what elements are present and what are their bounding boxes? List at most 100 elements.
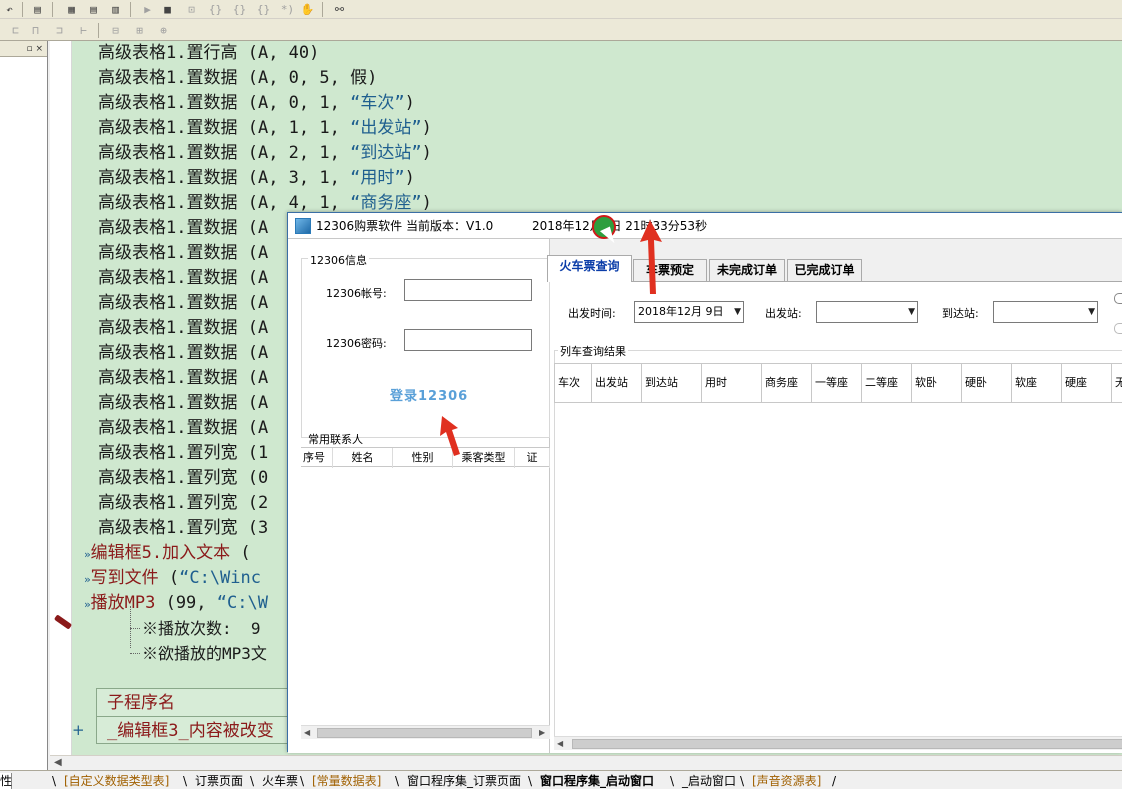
align-right-icon[interactable]: ⊐	[52, 23, 67, 38]
tab-0[interactable]: 火车票查询	[547, 255, 632, 282]
tab-3[interactable]: 已完成订单	[787, 259, 862, 281]
code-line[interactable]: 高级表格1.置行高 (A, 40)	[98, 41, 319, 66]
width-icon[interactable]: ⊟	[108, 23, 123, 38]
code-line[interactable]: 高级表格1.置列宽 (3	[98, 516, 268, 541]
scroll-left-icon[interactable]: ◀	[304, 726, 310, 740]
code-line[interactable]: »写到文件 (“C:\Winc	[84, 566, 261, 591]
code-line[interactable]: 高级表格1.置数据 (A	[98, 241, 268, 266]
code-line[interactable]: 高级表格1.置数据 (A	[98, 266, 268, 291]
bottom-tab[interactable]: [自定义数据类型表]	[64, 773, 169, 789]
height-icon[interactable]: ⊞	[132, 23, 147, 38]
to-station-select[interactable]: ▼	[993, 301, 1098, 323]
layout2-icon[interactable]: ▤	[86, 2, 101, 17]
scroll-thumb[interactable]	[572, 739, 1122, 749]
break-icon[interactable]: *)	[280, 2, 295, 17]
code-line[interactable]: »编辑框5.加入文本 (	[84, 541, 251, 566]
code-line[interactable]: »播放MP3 (99, “C:\W	[84, 591, 268, 616]
account-input[interactable]	[404, 279, 532, 301]
stop-icon[interactable]: ■	[160, 2, 175, 17]
undo-icon[interactable]: ↶	[2, 2, 17, 17]
bottom-tab[interactable]: 火车票	[262, 773, 298, 789]
hand-icon[interactable]: ✋	[300, 2, 315, 17]
results-column-header[interactable]: 软卧	[912, 364, 962, 402]
scroll-left-icon[interactable]: ◀	[54, 757, 62, 768]
code-line[interactable]: 高级表格1.置数据 (A	[98, 291, 268, 316]
code-object: 高级表格1.	[98, 493, 187, 513]
chevron-down-icon[interactable]: ▼	[734, 302, 741, 322]
results-column-header[interactable]: 用时	[702, 364, 762, 402]
results-column-header[interactable]: 车次	[555, 364, 592, 402]
scroll-thumb[interactable]	[317, 728, 532, 738]
code-line[interactable]: 高级表格1.置列宽 (0	[98, 466, 268, 491]
password-input[interactable]	[404, 329, 532, 351]
code-line[interactable]: 高级表格1.置数据 (A	[98, 416, 268, 441]
radio-option-1[interactable]	[1114, 293, 1122, 304]
results-column-header[interactable]: 一等座	[812, 364, 862, 402]
code-line[interactable]: 高级表格1.置数据 (A, 1, 1, “出发站”)	[98, 116, 432, 141]
binoculars-icon[interactable]: ⚯	[332, 2, 347, 17]
code-line[interactable]: 高级表格1.置数据 (A, 0, 5, 假)	[98, 66, 377, 91]
bottom-tab[interactable]: [声音资源表]	[752, 773, 821, 789]
code-line[interactable]: 高级表格1.置数据 (A	[98, 316, 268, 341]
chevron-down-icon[interactable]: ▼	[908, 302, 915, 322]
login-button[interactable]: 登录12306	[390, 385, 468, 404]
code-line[interactable]: 高级表格1.置数据 (A	[98, 366, 268, 391]
spacing-icon[interactable]: ⊢	[76, 23, 91, 38]
layout1-icon[interactable]: ▦	[64, 2, 79, 17]
step-over-icon[interactable]: {}	[256, 2, 271, 17]
align-center-icon[interactable]: ⊓	[28, 23, 43, 38]
results-column-header[interactable]: 出发站	[592, 364, 642, 402]
results-column-header[interactable]: 到达站	[642, 364, 702, 402]
results-column-header[interactable]: 硬座	[1062, 364, 1112, 402]
results-column-header[interactable]: 软座	[1012, 364, 1062, 402]
panel-controls[interactable]: ▫ ×	[0, 41, 47, 57]
editor-horizontal-scrollbar[interactable]: ◀	[50, 755, 1122, 770]
code-line[interactable]: 高级表格1.置数据 (A, 3, 1, “用时”)	[98, 166, 415, 191]
tab-2[interactable]: 未完成订单	[709, 259, 785, 281]
code-line[interactable]: 高级表格1.置数据 (A, 0, 1, “车次”)	[98, 91, 415, 116]
layout3-icon[interactable]: ▥	[108, 2, 123, 17]
contacts-column-header[interactable]: 证	[515, 448, 550, 468]
bottom-tab[interactable]: 窗口程序集_订票页面	[407, 773, 521, 789]
tab-separator: \	[183, 774, 188, 788]
run-icon[interactable]: ▶	[140, 2, 155, 17]
depart-date-picker[interactable]: 2018年12月 9日 ▼	[634, 301, 744, 323]
code-object: 高级表格1.	[98, 343, 187, 363]
bottom-tab[interactable]: [常量数据表]	[312, 773, 381, 789]
grid-icon[interactable]: ⊕	[156, 23, 171, 38]
results-column-header[interactable]: 无	[1112, 364, 1122, 402]
code-line[interactable]: 高级表格1.置列宽 (1	[98, 441, 268, 466]
results-column-header[interactable]: 二等座	[862, 364, 912, 402]
contacts-column-header[interactable]: 姓名	[333, 448, 393, 468]
code-line[interactable]: 高级表格1.置数据 (A	[98, 391, 268, 416]
code-object: 高级表格1.	[98, 93, 187, 113]
code-line[interactable]: 高级表格1.置数据 (A	[98, 341, 268, 366]
results-scrollbar[interactable]: ◀	[554, 736, 1122, 750]
scroll-left-icon[interactable]: ◀	[557, 737, 563, 751]
code-line[interactable]: 高级表格1.置数据 (A	[98, 216, 268, 241]
bottom-tab[interactable]: _启动窗口	[682, 773, 736, 789]
step-into-icon[interactable]: {}	[208, 2, 223, 17]
radio-option-2[interactable]	[1114, 323, 1122, 334]
bottom-tab[interactable]: 订票页面	[195, 773, 243, 789]
app-titlebar[interactable]: 12306购票软件 当前版本：V1.0 2018年12月9日 21时33分53秒	[288, 213, 1122, 239]
code-args: )	[421, 193, 432, 213]
from-station-select[interactable]: ▼	[816, 301, 918, 323]
scroll-right-icon[interactable]: ▶	[539, 726, 545, 740]
bottom-tab[interactable]: 窗口程序集_启动窗口	[540, 773, 654, 789]
contacts-scrollbar[interactable]: ◀ ▶	[301, 725, 550, 739]
contacts-column-header[interactable]: 序号	[301, 448, 333, 468]
align-left-icon[interactable]: ⊏	[8, 23, 23, 38]
code-line[interactable]: 高级表格1.置列宽 (2	[98, 491, 268, 516]
code-line[interactable]: 高级表格1.置数据 (A, 2, 1, “到达站”)	[98, 141, 432, 166]
results-column-header[interactable]: 硬卧	[962, 364, 1012, 402]
chevron-down-icon[interactable]: ▼	[1088, 302, 1095, 322]
step-icon[interactable]: ⊡	[184, 2, 199, 17]
code-method: 置数据	[186, 268, 238, 288]
expand-plus-icon[interactable]: +	[72, 721, 85, 739]
results-column-header[interactable]: 商务座	[762, 364, 812, 402]
tree-branch	[130, 653, 140, 654]
step-out-icon[interactable]: {}	[232, 2, 247, 17]
left-panel-tab[interactable]: 性	[0, 773, 12, 789]
find-icon[interactable]: ▤	[30, 2, 45, 17]
